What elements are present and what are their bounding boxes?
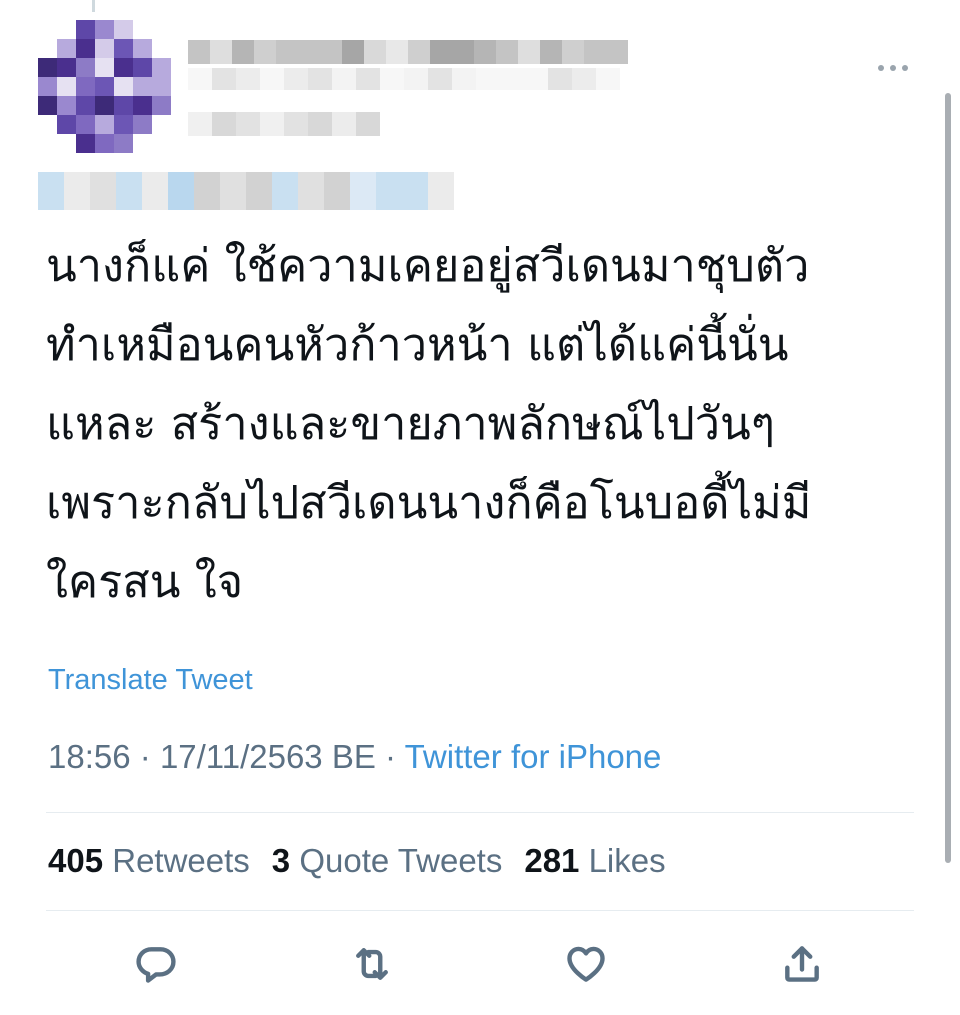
tweet-actions-bar (0, 940, 960, 990)
thread-connector-line (92, 0, 95, 12)
quote-tweets-label: Quote Tweets (299, 842, 503, 879)
tweet-meta: 18:56 · 17/11/2563 BE · Twitter for iPho… (48, 738, 661, 776)
retweets-count: 405 (48, 842, 104, 879)
share-button[interactable] (778, 940, 826, 988)
avatar[interactable] (38, 20, 173, 155)
tweet-line: แหละ สร้างและขายภาพลักษณ์ไปวันๆ (46, 397, 775, 450)
translate-tweet-link[interactable]: Translate Tweet (48, 664, 253, 697)
tweet-text: นางก็แค่ ใช้ความเคยอยู่สวีเดนมาชุบตัว ทำ… (46, 226, 926, 621)
divider (46, 812, 914, 813)
meta-separator: · (385, 738, 397, 775)
divider (46, 910, 914, 911)
tweet-time[interactable]: 18:56 (48, 738, 131, 775)
share-icon (785, 946, 819, 982)
quote-tweets-count: 3 (271, 842, 291, 879)
tweet-line: นางก็แค่ ใช้ความเคยอยู่สวีเดนมาชุบตัว (46, 239, 810, 292)
meta-separator: · (139, 738, 151, 775)
retweet-button[interactable] (348, 940, 396, 988)
scrollbar[interactable] (945, 93, 951, 863)
display-name-redacted-sub (188, 68, 620, 90)
reply-button[interactable] (132, 940, 180, 988)
likes-stat[interactable]: 281 Likes (524, 842, 665, 879)
likes-label: Likes (588, 842, 666, 879)
retweets-label: Retweets (112, 842, 250, 879)
tweet-line: ใครสน ใจ (46, 555, 244, 608)
display-name-redacted[interactable] (188, 40, 628, 64)
retweet-icon (356, 948, 388, 980)
retweets-stat[interactable]: 405 Retweets (48, 842, 250, 879)
quote-tweets-stat[interactable]: 3 Quote Tweets (272, 842, 503, 879)
tweet-line: เพราะกลับไปสวีเดนนางก็คือโนบอดี้ไม่มี (46, 476, 812, 529)
like-button[interactable] (562, 940, 610, 988)
tweet-date[interactable]: 17/11/2563 BE (160, 738, 376, 775)
more-horizontal-icon[interactable] (872, 58, 914, 78)
engagement-stats: 405 Retweets 3 Quote Tweets 281 Likes (48, 842, 666, 880)
tweet-source-link[interactable]: Twitter for iPhone (405, 738, 662, 775)
replying-to-redacted[interactable] (38, 172, 454, 210)
tweet-line: ทำเหมือนคนหัวก้าวหน้า แต่ได้แค่นี้นั่น (46, 318, 789, 371)
username-redacted[interactable] (188, 112, 380, 136)
reply-icon (136, 947, 176, 983)
likes-count: 281 (524, 842, 580, 879)
heart-icon (567, 946, 605, 982)
